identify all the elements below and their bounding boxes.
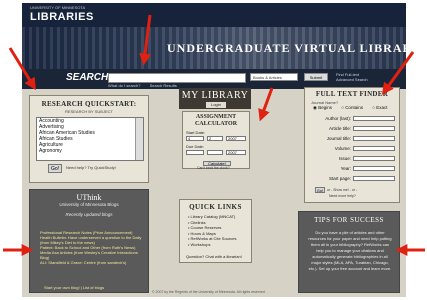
full-text-help-link[interactable]: Need more help? <box>329 194 356 198</box>
match-type-radios: ◉ Begins ○ Contains ○ Exact <box>313 105 395 111</box>
quick-links-title: QUICK LINKS <box>189 203 242 211</box>
libraries-logo[interactable]: LIBRARIES <box>30 11 94 23</box>
start-page-label: Start page: <box>328 176 351 181</box>
what-to-search-link[interactable]: What do I search? <box>108 83 140 88</box>
start-day-select[interactable]: 2 <box>207 136 223 141</box>
start-page-field: Start page: <box>307 175 399 182</box>
quickstart-go-button[interactable]: Go! <box>48 164 62 173</box>
tips-panel: TIPS FOR SUCCESS Do you have a pile of a… <box>298 211 400 293</box>
radio-exact[interactable]: ○ Exact <box>372 105 391 110</box>
year-label: Year: <box>340 166 351 171</box>
list-item[interactable]: Agronomy <box>37 148 143 154</box>
quick-links-list: • Library Catalog (MNCAT) • Citelinks • … <box>188 214 236 247</box>
article-title-field: Article title: <box>307 125 399 132</box>
radio-begins-label: Begins <box>318 105 332 110</box>
list-item[interactable]: Health Bulletin: Have underserved a ques… <box>40 235 144 245</box>
issue-input[interactable] <box>353 156 395 161</box>
article-title-input[interactable] <box>353 126 395 131</box>
issue-field: Issue: <box>307 155 399 162</box>
search-label: SEARCH: <box>66 72 112 83</box>
quick-link-label: Hours & Maps <box>190 230 216 236</box>
volume-input[interactable] <box>353 146 395 151</box>
list-item[interactable]: Media Asa Articles (from Wesley's Creati… <box>40 250 144 260</box>
search-sublinks: What do I search? Search Results <box>108 83 185 88</box>
journal-title-input[interactable] <box>353 136 395 141</box>
search-bar: SEARCH: Books & Articles Submit Find Ful… <box>22 69 406 89</box>
assignment-title-line1: ASSIGNMENT <box>195 114 237 120</box>
year-input[interactable] <box>353 166 395 171</box>
start-blog-link[interactable]: Start your own blog! | List of blogs <box>44 285 104 290</box>
advanced-search-link[interactable]: Advanced Search <box>336 77 368 82</box>
due-year-select[interactable]: 2007 <box>226 150 246 155</box>
quick-link-label: Citelinks <box>190 219 206 225</box>
radio-begins[interactable]: ◉ Begins <box>313 105 336 110</box>
uthink-subtitle: University of Minnesota Blogs <box>59 202 119 207</box>
site-header: UNIVERSITY OF MINNESOTA LIBRARIES <box>22 3 406 27</box>
due-month-select[interactable] <box>186 150 204 155</box>
year-field: Year: <box>307 165 399 172</box>
search-scope-select[interactable]: Books & Articles <box>250 73 298 81</box>
tips-body[interactable]: Do you have a pile of articles and other… <box>307 230 393 272</box>
login-button[interactable]: Login <box>206 102 226 108</box>
issue-label: Issue: <box>338 156 351 161</box>
journal-title-field: Journal title: <box>307 135 399 142</box>
show-me-link[interactable]: or - Show me! - or - <box>327 188 357 192</box>
start-page-input[interactable] <box>353 176 395 181</box>
article-title-label: Article title: <box>328 126 351 131</box>
author-field: Author (last): <box>307 115 399 122</box>
banner-title: UNDERGRADUATE VIRTUAL LIBRARY <box>167 41 406 55</box>
assignment-calculator-title: ASSIGNMENT CALCULATOR <box>183 114 249 128</box>
quick-link-label: Workshops <box>190 241 211 247</box>
recent-blogs-heading: Recently updated blogs <box>65 212 113 217</box>
radio-contains[interactable]: ○ Contains <box>341 105 367 110</box>
my-library-panel: MY LIBRARY Login <box>179 88 251 109</box>
quick-links-panel: QUICK LINKS • Library Catalog (MNCAT) • … <box>179 199 252 263</box>
research-quickstart-panel: RESEARCH QUICKSTART: RESEARCH BY SUBJECT… <box>29 95 149 183</box>
banner: UNDERGRADUATE VIRTUAL LIBRARY <box>22 27 406 69</box>
library-page: UNIVERSITY OF MINNESOTA LIBRARIES UNDERG… <box>22 3 406 297</box>
full-text-finder-title: FULL TEXT FINDER <box>315 90 389 98</box>
subject-list-scrollbar[interactable] <box>135 118 143 160</box>
my-library-title: MY LIBRARY <box>181 90 249 101</box>
full-text-go-button[interactable]: Go! <box>315 187 325 193</box>
start-date-label: Start Date: <box>186 130 206 135</box>
research-quickstart-title: RESEARCH QUICKSTART: <box>41 100 137 108</box>
assignment-calculator-panel: ASSIGNMENT CALCULATOR Start Date: 4 2 20… <box>182 111 250 170</box>
uthink-panel: UThink University of Minnesota Blogs Rec… <box>29 189 149 293</box>
volume-label: Volume: <box>334 146 351 151</box>
subject-list[interactable]: Accounting Advertising African American … <box>36 117 144 161</box>
list-item[interactable]: ALI: Stansfield & Grace: Centre (from sa… <box>40 260 144 265</box>
search-extra-links: Find Full-text Advanced Search <box>336 72 368 82</box>
search-results-link[interactable]: Search Results <box>150 83 177 88</box>
journal-title-label: Journal title: <box>326 136 351 141</box>
research-quickstart-subtitle: RESEARCH BY SUBJECT <box>65 109 113 114</box>
quick-link-label: Library Catalog (MNCAT) <box>190 214 236 219</box>
beat-clock-link[interactable]: Can't beat the clock? <box>197 166 230 170</box>
radio-exact-label: Exact <box>376 105 388 110</box>
university-name: UNIVERSITY OF MINNESOTA <box>30 5 86 10</box>
search-submit-button[interactable]: Submit <box>304 73 328 81</box>
quick-link-label: RefWorks at Cite Sources <box>190 236 237 241</box>
tips-title: TIPS FOR SUCCESS <box>314 216 384 224</box>
due-day-select[interactable] <box>207 150 223 155</box>
author-input[interactable] <box>353 116 395 121</box>
start-month-select[interactable]: 4 <box>186 136 204 141</box>
radio-contains-label: Contains <box>345 105 363 110</box>
volume-field: Volume: <box>307 145 399 152</box>
search-input[interactable] <box>108 73 246 83</box>
full-text-finder-panel: FULL TEXT FINDER Journal Name? ◉ Begins … <box>304 87 400 203</box>
quick-link-label: Course Reserves <box>190 225 222 230</box>
blog-post-list: Professional Research Notes (Prize Annou… <box>40 230 144 265</box>
author-label: Author (last): <box>325 116 351 121</box>
due-date-label: Due Date: <box>186 144 205 149</box>
footer-text: © 2007 by the Regents of the University … <box>152 290 266 294</box>
quick-link-item[interactable]: • Workshops <box>188 242 236 248</box>
start-year-select[interactable]: 2007 <box>226 136 246 141</box>
assignment-title-line2: CALCULATOR <box>194 121 238 127</box>
uthink-title: UThink <box>76 193 102 202</box>
quickstudy-help-link[interactable]: Need help? Try QuickStudy! <box>66 165 116 170</box>
chat-librarian-link[interactable]: Question? Chat with a librarian! <box>186 254 242 259</box>
